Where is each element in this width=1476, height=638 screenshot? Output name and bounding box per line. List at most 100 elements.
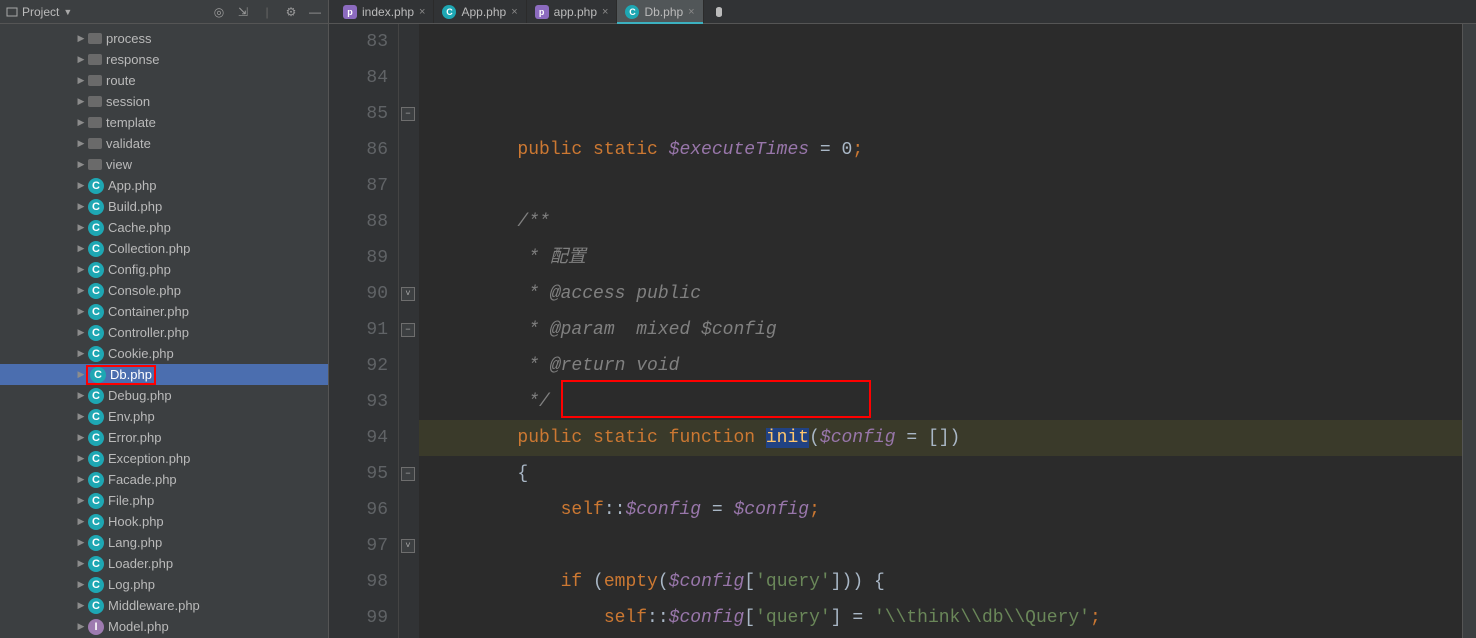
line-number: 89 (349, 240, 388, 276)
code-line[interactable]: * @access public (431, 276, 1462, 312)
tree-item-Controller-php[interactable]: ▶CController.php (0, 322, 328, 343)
expand-arrow-icon[interactable]: ▶ (74, 516, 88, 527)
tree-item-Error-php[interactable]: ▶CError.php (0, 427, 328, 448)
expand-arrow-icon[interactable]: ▶ (74, 537, 88, 548)
gear-icon[interactable]: ⚙ (284, 5, 298, 19)
expand-arrow-icon[interactable]: ▶ (74, 222, 88, 233)
expand-arrow-icon[interactable]: ▶ (74, 243, 88, 254)
expand-arrow-icon[interactable]: ▶ (74, 96, 88, 107)
tree-item-Loader-php[interactable]: ▶CLoader.php (0, 553, 328, 574)
close-tab-icon[interactable]: × (511, 6, 517, 18)
code-area[interactable]: public static $executeTimes = 0; /** * 配… (419, 24, 1462, 638)
tree-item-Log-php[interactable]: ▶CLog.php (0, 574, 328, 595)
fold-open-icon[interactable]: − (401, 323, 415, 337)
expand-icon[interactable]: ⇲ (236, 5, 250, 19)
expand-arrow-icon[interactable]: ▶ (74, 75, 88, 86)
tree-item-Middleware-php[interactable]: ▶CMiddleware.php (0, 595, 328, 616)
expand-arrow-icon[interactable]: ▶ (74, 138, 88, 149)
locate-icon[interactable]: ◎ (212, 5, 226, 19)
tree-item-route[interactable]: ▶route (0, 70, 328, 91)
tree-item-Db-php[interactable]: ▶CDb.php (0, 364, 328, 385)
expand-arrow-icon[interactable]: ▶ (74, 579, 88, 590)
iface-icon: I (88, 619, 104, 635)
expand-arrow-icon[interactable]: ▶ (74, 201, 88, 212)
fold-close-icon[interactable]: ˅ (401, 287, 415, 301)
tree-item-validate[interactable]: ▶validate (0, 133, 328, 154)
hide-icon[interactable]: — (308, 5, 322, 19)
close-tab-icon[interactable]: × (688, 6, 694, 18)
expand-arrow-icon[interactable]: ▶ (74, 54, 88, 65)
code-line[interactable]: /** (431, 204, 1462, 240)
code-line[interactable] (431, 528, 1462, 564)
close-tab-icon[interactable]: × (419, 6, 425, 18)
code-line[interactable]: * @return void (431, 348, 1462, 384)
tree-item-label: Cache.php (108, 220, 171, 235)
tree-item-Config-php[interactable]: ▶CConfig.php (0, 259, 328, 280)
code-line[interactable]: public static function init($config = []… (431, 420, 1462, 456)
expand-arrow-icon[interactable]: ▶ (74, 453, 88, 464)
tree-item-process[interactable]: ▶process (0, 28, 328, 49)
tree-item-Collection-php[interactable]: ▶CCollection.php (0, 238, 328, 259)
line-number: 94 (349, 420, 388, 456)
fold-open-icon[interactable]: − (401, 467, 415, 481)
close-tab-icon[interactable]: × (602, 6, 608, 18)
tree-item-Env-php[interactable]: ▶CEnv.php (0, 406, 328, 427)
code-line[interactable] (431, 168, 1462, 204)
fold-gutter[interactable]: − ˅ − − ˅ (399, 24, 419, 638)
expand-arrow-icon[interactable]: ▶ (74, 264, 88, 275)
project-tool-title[interactable]: Project ▼ (6, 5, 72, 19)
expand-arrow-icon[interactable]: ▶ (74, 327, 88, 338)
expand-arrow-icon[interactable]: ▶ (74, 621, 88, 632)
expand-arrow-icon[interactable]: ▶ (74, 432, 88, 443)
tree-item-Cache-php[interactable]: ▶CCache.php (0, 217, 328, 238)
folder-icon (88, 33, 102, 44)
expand-arrow-icon[interactable]: ▶ (74, 306, 88, 317)
tree-item-Hook-php[interactable]: ▶CHook.php (0, 511, 328, 532)
tree-item-session[interactable]: ▶session (0, 91, 328, 112)
code-editor[interactable]: 8384858687888990919293949596979899 −˅−−˅… (329, 24, 1476, 638)
tree-item-Lang-php[interactable]: ▶CLang.php (0, 532, 328, 553)
expand-arrow-icon[interactable]: ▶ (74, 411, 88, 422)
editor-tab-index-php[interactable]: pindex.php× (335, 0, 434, 23)
expand-arrow-icon[interactable]: ▶ (74, 159, 88, 170)
expand-arrow-icon[interactable]: ▶ (74, 117, 88, 128)
expand-arrow-icon[interactable]: ▶ (74, 33, 88, 44)
expand-arrow-icon[interactable]: ▶ (74, 558, 88, 569)
project-tree[interactable]: ▶process▶response▶route▶session▶template… (0, 24, 328, 638)
tree-item-App-php[interactable]: ▶CApp.php (0, 175, 328, 196)
tree-item-label: Db.php (110, 367, 152, 382)
editor-tab-Db-php[interactable]: CDb.php× (617, 0, 703, 23)
tree-item-Container-php[interactable]: ▶CContainer.php (0, 301, 328, 322)
fold-open-icon[interactable]: − (401, 107, 415, 121)
tree-item-view[interactable]: ▶view (0, 154, 328, 175)
editor-tab-App-php[interactable]: CApp.php× (434, 0, 526, 23)
code-line[interactable]: public static $executeTimes = 0; (431, 132, 1462, 168)
editor-scrollbar[interactable] (1462, 24, 1476, 638)
expand-arrow-icon[interactable]: ▶ (74, 180, 88, 191)
tree-item-Debug-php[interactable]: ▶CDebug.php (0, 385, 328, 406)
code-line[interactable]: * @param mixed $config (431, 312, 1462, 348)
code-line[interactable]: self::$config['query'] = '\\think\\db\\Q… (431, 600, 1462, 636)
tree-item-Console-php[interactable]: ▶CConsole.php (0, 280, 328, 301)
tree-item-template[interactable]: ▶template (0, 112, 328, 133)
code-line[interactable]: * 配置 (431, 240, 1462, 276)
tree-item-Cookie-php[interactable]: ▶CCookie.php (0, 343, 328, 364)
tree-item-Facade-php[interactable]: ▶CFacade.php (0, 469, 328, 490)
expand-arrow-icon[interactable]: ▶ (74, 600, 88, 611)
expand-arrow-icon[interactable]: ▶ (74, 474, 88, 485)
tree-item-Build-php[interactable]: ▶CBuild.php (0, 196, 328, 217)
code-line[interactable]: self::$config = $config; (431, 492, 1462, 528)
expand-arrow-icon[interactable]: ▶ (74, 390, 88, 401)
code-line[interactable]: { (431, 456, 1462, 492)
expand-arrow-icon[interactable]: ▶ (74, 348, 88, 359)
expand-arrow-icon[interactable]: ▶ (74, 495, 88, 506)
tree-item-Model-php[interactable]: ▶IModel.php (0, 616, 328, 637)
tree-item-response[interactable]: ▶response (0, 49, 328, 70)
tree-item-File-php[interactable]: ▶CFile.php (0, 490, 328, 511)
code-line[interactable]: if (empty($config['query'])) { (431, 564, 1462, 600)
tree-item-Exception-php[interactable]: ▶CException.php (0, 448, 328, 469)
expand-arrow-icon[interactable]: ▶ (74, 285, 88, 296)
code-line[interactable]: */ (431, 384, 1462, 420)
editor-tab-app-php[interactable]: papp.php× (527, 0, 618, 23)
fold-close-icon[interactable]: ˅ (401, 539, 415, 553)
